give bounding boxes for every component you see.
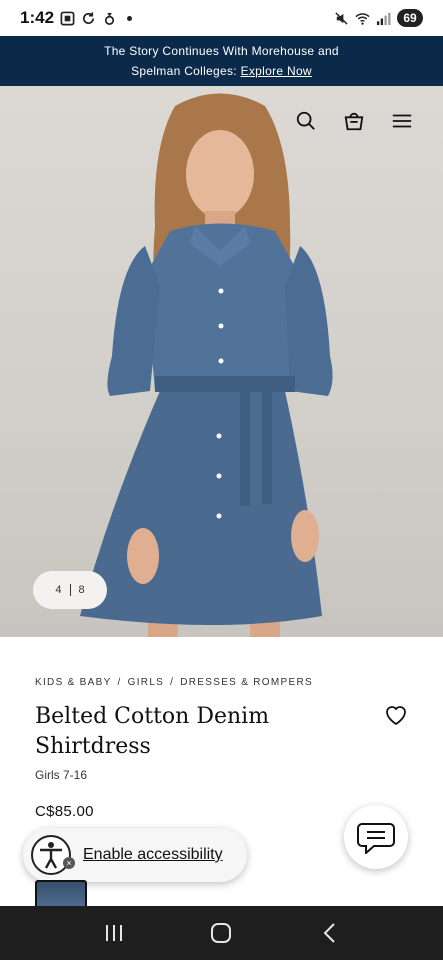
breadcrumb-separator: / bbox=[170, 677, 175, 688]
mute-icon bbox=[335, 11, 348, 25]
product-title-line-2: Shirtdress bbox=[35, 734, 151, 759]
accessibility-toggle[interactable]: × Enable accessibility bbox=[23, 828, 247, 882]
search-icon[interactable] bbox=[295, 110, 317, 132]
breadcrumb-item-dresses-rompers[interactable]: DRESSES & ROMPERS bbox=[180, 677, 313, 688]
person-icon bbox=[40, 842, 62, 869]
breadcrumb: KIDS & BABY / GIRLS / DRESSES & ROMPERS bbox=[35, 677, 313, 688]
recent-apps-icon bbox=[105, 925, 122, 941]
breadcrumb-item-girls[interactable]: GIRLS bbox=[128, 677, 165, 688]
promo-banner: The Story Continues With Morehouse and S… bbox=[0, 36, 443, 86]
pager-current: 4 bbox=[55, 584, 62, 596]
product-size-range: Girls 7-16 bbox=[35, 768, 88, 782]
recent-apps-button[interactable] bbox=[99, 918, 129, 948]
home-button[interactable] bbox=[206, 918, 236, 948]
breadcrumb-item-kids-baby[interactable]: KIDS & BABY bbox=[35, 677, 112, 688]
close-icon: × bbox=[63, 857, 75, 869]
product-title-line-1: Belted Cotton Denim bbox=[35, 704, 270, 729]
wishlist-heart-icon[interactable] bbox=[384, 704, 408, 726]
breadcrumb-separator: / bbox=[117, 677, 122, 688]
promo-line-1: The Story Continues With Morehouse and bbox=[104, 44, 339, 58]
screenshot-icon bbox=[60, 11, 75, 26]
product-photo bbox=[80, 93, 333, 637]
product-thumbnail[interactable] bbox=[35, 880, 87, 906]
status-bar: 1:42 69 bbox=[0, 0, 443, 36]
promo-line-2: Spelman Colleges: Explore Now bbox=[0, 61, 443, 81]
battery-indicator: 69 bbox=[397, 9, 423, 27]
system-navigation-bar bbox=[0, 906, 443, 960]
back-button[interactable] bbox=[314, 918, 344, 948]
status-notification-icons bbox=[60, 11, 132, 26]
accessibility-icon: × bbox=[31, 835, 75, 875]
pager-divider bbox=[69, 584, 71, 596]
product-price: C$85.00 bbox=[35, 803, 94, 820]
product-image[interactable]: 4 8 bbox=[0, 86, 443, 637]
image-pager: 4 8 bbox=[33, 571, 107, 609]
menu-icon[interactable] bbox=[391, 110, 413, 132]
sync-icon bbox=[83, 12, 95, 24]
promo-text: Spelman Colleges: bbox=[131, 64, 237, 78]
signal-icon bbox=[376, 12, 391, 25]
home-icon bbox=[211, 923, 232, 943]
explore-now-link[interactable]: Explore Now bbox=[241, 64, 312, 78]
back-icon bbox=[323, 923, 335, 943]
status-time: 1:42 bbox=[20, 8, 55, 27]
wifi-icon bbox=[355, 12, 370, 25]
app-notification-icon bbox=[104, 12, 115, 25]
pager-total: 8 bbox=[78, 584, 85, 596]
status-system-icons: 69 bbox=[334, 9, 423, 27]
header-actions bbox=[295, 110, 413, 132]
product-title: Belted Cotton Denim Shirtdress bbox=[35, 702, 335, 762]
shopping-bag-icon[interactable] bbox=[343, 110, 365, 132]
accessibility-label: Enable accessibility bbox=[83, 846, 223, 863]
more-notifications-dot bbox=[127, 16, 132, 21]
chat-button[interactable] bbox=[344, 805, 408, 869]
chat-icon bbox=[357, 823, 395, 854]
